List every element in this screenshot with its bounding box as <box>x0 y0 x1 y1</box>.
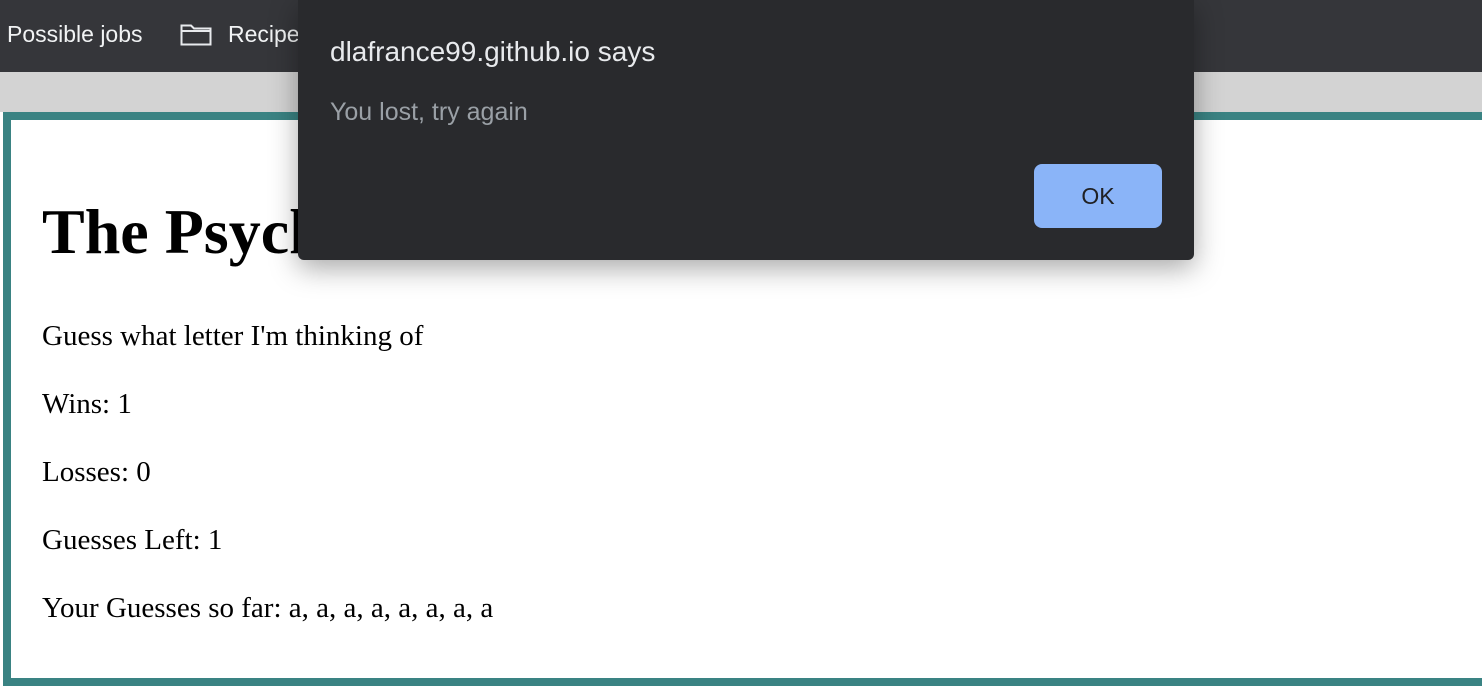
dialog-message: You lost, try again <box>330 98 528 126</box>
bookmark-label: Possible jobs <box>7 20 143 47</box>
dialog-title: dlafrance99.github.io says <box>330 36 656 67</box>
wins-counter: Wins: 1 <box>42 388 132 420</box>
alert-dialog: dlafrance99.github.io says You lost, try… <box>298 0 1194 260</box>
ok-button[interactable]: OK <box>1034 164 1162 228</box>
page-title: The Psych <box>42 196 325 267</box>
guesses-so-far-list: Your Guesses so far: a, a, a, a, a, a, a… <box>42 592 494 624</box>
bookmark-label: Recipe <box>228 20 300 47</box>
instructions-text: Guess what letter I'm thinking of <box>42 320 424 352</box>
guesses-left-counter: Guesses Left: 1 <box>42 524 223 556</box>
folder-icon <box>180 22 212 46</box>
bookmark-possible-jobs[interactable]: Possible jobs <box>7 0 143 68</box>
losses-counter: Losses: 0 <box>42 456 151 488</box>
bookmark-folder-recipes[interactable]: Recipe <box>180 0 300 68</box>
